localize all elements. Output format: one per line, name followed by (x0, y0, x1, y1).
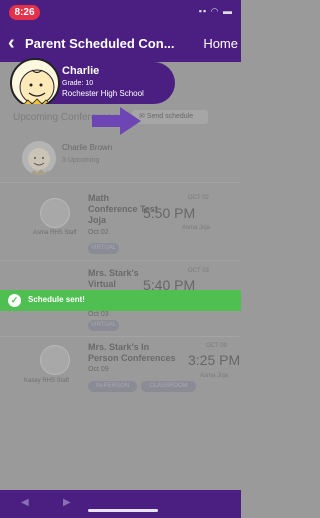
forward-arrow-icon[interactable]: ▶ (63, 497, 71, 508)
bottom-nav-bar: ◀ ▶ (0, 490, 241, 518)
student-avatar (10, 58, 60, 108)
conference-title-line: Mrs. Stark's In (88, 342, 150, 352)
send-schedule-label: Send schedule (146, 113, 194, 120)
back-chevron-icon[interactable]: ‹ (8, 32, 15, 54)
check-circle-icon: ✓ (8, 294, 21, 307)
conference-time: 3:25 PM (188, 352, 241, 368)
conference-title-line: Math (88, 193, 109, 203)
teacher-avatar (22, 141, 56, 175)
conference-time: 5:50 PM (143, 205, 196, 221)
status-time: 8:26 (9, 5, 40, 20)
conference-title-line: Mrs. Stark's (88, 268, 139, 278)
teacher-upcoming-count: 3 Upcoming (62, 157, 100, 164)
student-name: Charlie (62, 65, 100, 77)
conference-date: Oct 02 (88, 229, 109, 236)
student-grade: Grade: 10 (62, 80, 94, 87)
conference-title[interactable]: Mrs. Stark's Virtual (88, 268, 139, 290)
staff-label: Kasey RHS Staff (24, 378, 69, 384)
divider (0, 336, 241, 337)
conference-month-day: OCT 02 (188, 195, 209, 201)
conference-month-day: OCT 09 (206, 343, 227, 349)
student-school: Rochester High School (62, 89, 144, 98)
conference-title-line: Person Conferences (88, 353, 176, 363)
back-arrow-icon[interactable]: ◀ (21, 497, 29, 508)
send-schedule-button[interactable]: ✉ Send schedule (132, 110, 208, 124)
conference-title-line: Virtual (88, 279, 116, 289)
toast-message: Schedule sent! (28, 295, 85, 304)
home-link[interactable]: Home (203, 36, 238, 51)
teacher-name[interactable]: Charlie Brown (62, 143, 112, 152)
staff-label: Asma RHS Staff (33, 230, 77, 236)
tag-virtual: VIRTUAL (88, 243, 119, 254)
status-bar: 8:26 ▪▪ ◠ ▬ (0, 0, 241, 26)
tag-in-person: IN-PERSON (88, 381, 137, 392)
status-icons: ▪▪ ◠ ▬ (198, 6, 233, 16)
divider (0, 182, 241, 183)
nav-bar: ‹ Parent Scheduled Con... Home (0, 26, 241, 62)
staff-avatar (40, 198, 70, 228)
conference-date: Oct 09 (88, 366, 109, 373)
success-toast[interactable]: ✓ Schedule sent! (0, 290, 241, 311)
divider (0, 260, 241, 261)
conference-title[interactable]: Mrs. Stark's In Person Conferences (88, 342, 176, 364)
tag-classroom: CLASSROOM (141, 381, 196, 392)
conference-location: Asma Joja (182, 225, 211, 231)
conference-location: Asma Joja (200, 373, 229, 379)
conference-date: Oct 03 (88, 311, 109, 318)
home-indicator[interactable] (88, 509, 158, 512)
staff-avatar (40, 345, 70, 375)
pointer-arrow-icon (92, 107, 141, 135)
tag-virtual: VIRTUAL (88, 320, 119, 331)
conference-month-day: OCT 03 (188, 268, 209, 274)
page-title: Parent Scheduled Con... (25, 36, 175, 51)
